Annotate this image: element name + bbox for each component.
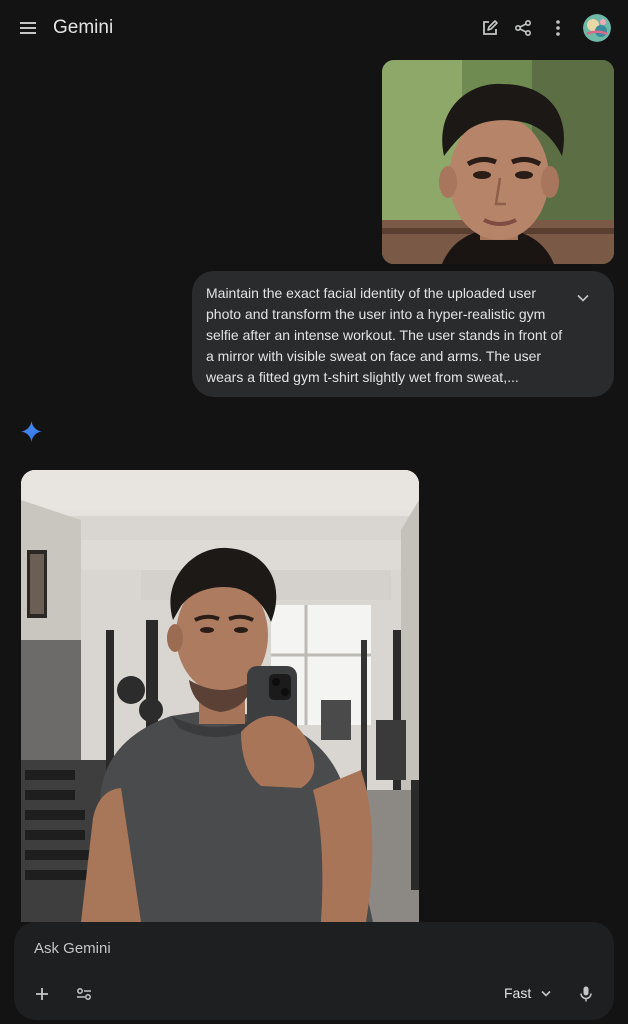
gemini-spark-icon (21, 421, 42, 442)
avatar[interactable] (583, 14, 611, 42)
share-button[interactable] (511, 16, 535, 40)
plus-icon (36, 988, 48, 1000)
generated-image[interactable] (21, 470, 419, 922)
mic-icon (580, 986, 592, 1002)
composer: Fast (14, 922, 614, 1020)
chevron-down-icon (541, 990, 551, 997)
tools-icon (77, 988, 91, 1000)
portrait-photo (382, 60, 614, 264)
menu-icon[interactable] (16, 16, 40, 40)
share-icon (514, 19, 532, 37)
mic-button[interactable] (572, 980, 600, 1008)
edit-icon (483, 20, 498, 35)
ask-input[interactable] (34, 936, 434, 960)
user-prompt-bubble: Maintain the exact facial identity of th… (192, 271, 614, 397)
prompt-text: Maintain the exact facial identity of th… (206, 285, 563, 385)
uploaded-user-photo[interactable] (382, 60, 614, 264)
add-button[interactable] (28, 980, 56, 1008)
app-title: Gemini (53, 17, 114, 38)
tools-button[interactable] (70, 980, 98, 1008)
mode-label: Fast (504, 985, 532, 1001)
mode-selector[interactable]: Fast (504, 982, 551, 1004)
chevron-down-icon (577, 294, 589, 302)
more-vert-icon (556, 20, 560, 36)
top-bar: Gemini (0, 0, 628, 56)
gym-mirror-selfie (21, 470, 419, 922)
more-options-button[interactable] (546, 16, 570, 40)
new-chat-button[interactable] (478, 16, 502, 40)
expand-prompt-button[interactable] (572, 287, 594, 309)
